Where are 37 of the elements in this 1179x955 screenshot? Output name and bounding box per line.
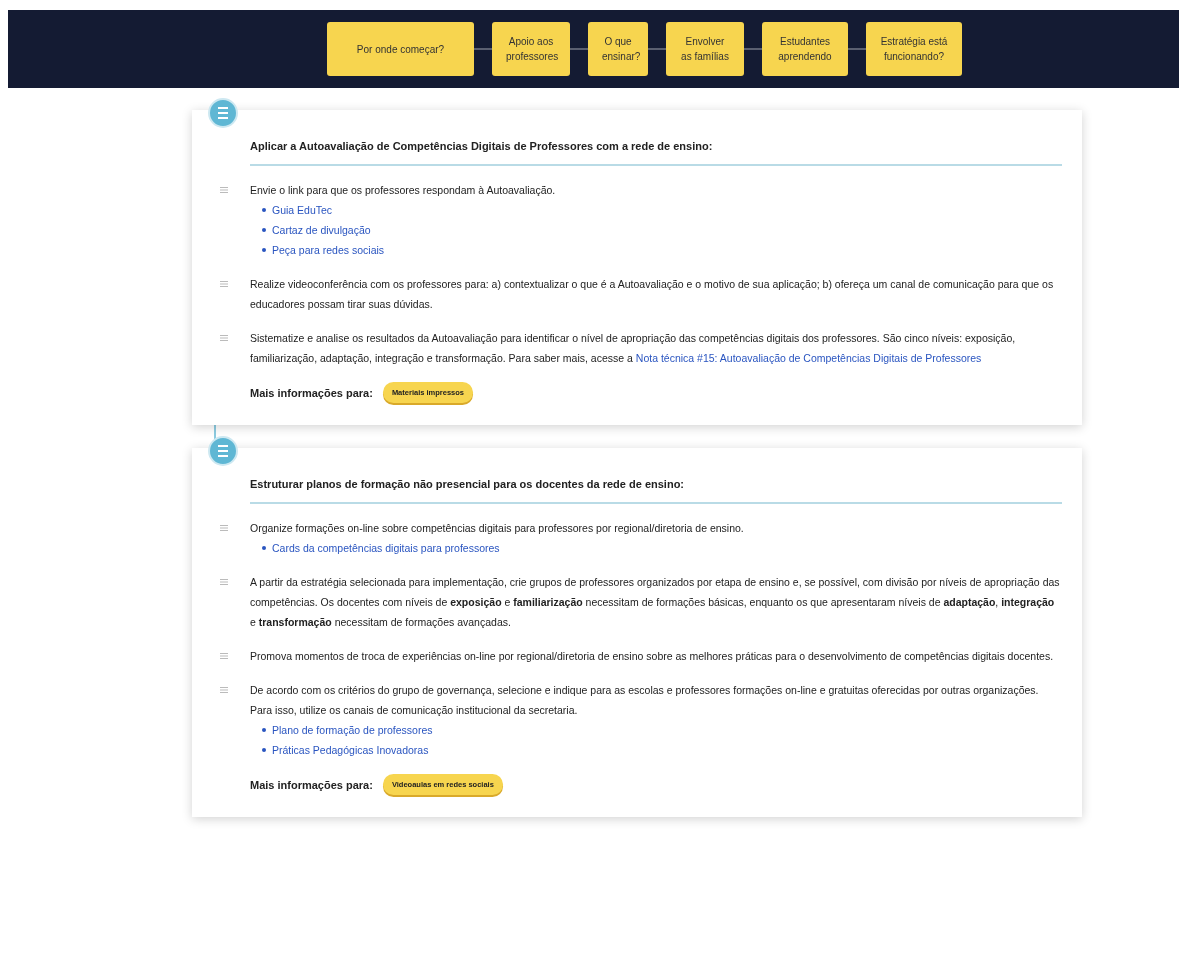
nav-button[interactable]: Estudantes aprendendo — [762, 22, 848, 76]
link[interactable]: Nota técnica #15: Autoavaliação de Competências Digitais de Professores — [635, 352, 982, 364]
more-info-label: Mais informações para: — [250, 778, 373, 791]
section-title: Estruturar planos de formação não presencial para os docentes da rede de ensino: — [250, 476, 1062, 504]
link[interactable]: Plano de formação de professores — [272, 720, 433, 740]
paragraph: Envie o link para que os professores respondam à Autoavaliação. — [250, 183, 557, 198]
bullet-icon — [262, 248, 266, 252]
nav-button[interactable]: Envolver as famílias — [666, 22, 744, 76]
list-marker-icon — [220, 335, 228, 341]
list-marker-icon — [220, 281, 228, 287]
bullet-icon — [262, 228, 266, 232]
list-marker-icon — [220, 687, 228, 693]
nav-button[interactable]: Estratégia está funcionando? — [866, 22, 962, 76]
more-info-label: Mais informações para: — [250, 386, 373, 399]
bullet-icon — [262, 728, 266, 732]
section-title: Aplicar a Autoavaliação de Competências Digitais de Professores com a rede de ensino: — [250, 138, 1062, 166]
paragraph: Promova momentos de troca de experiências on-line por regional/diretoria de ensino sobre as melhores práticas para o desenvolvimento de competências digitais docentes. — [250, 649, 1055, 664]
paragraph: Sistematize e analise os resultados da Autoavaliação para identificar o nível de apropriação das competências digitais dos professores. São cinco níveis: exposição, familiarização, adaptação, integração e transformação. Para saber mais, acesse a Nota técnica #15: Autoavaliação de Competências Digitais de Professores — [250, 331, 1017, 366]
paragraph: Organize formações on-line sobre competências digitais para professores por regional/diretoria de ensino. — [250, 521, 745, 536]
paragraph: Realize videoconferência com os professores para: a) contextualizar o que é a Autoavaliação e o motivo de sua aplicação; b) ofereça um canal de comunicação para que os educadores possam tirar suas dúvidas. — [250, 277, 1055, 312]
link[interactable]: Cartaz de divulgação — [272, 220, 371, 240]
paragraph: De acordo com os critérios do grupo de governança, selecione e indique para as escolas e professores formações on-line e gratuitas oferecidas por outras organizações. Para isso, utilize os canais de comunicação institucional da secretaria. — [250, 683, 1040, 718]
list-marker-icon — [220, 187, 228, 193]
list-marker-icon — [220, 653, 228, 659]
bullet-icon — [262, 748, 266, 752]
list-marker-icon — [220, 579, 228, 585]
paragraph: A partir da estratégia selecionada para implementação, crie grupos de professores organizados por etapa de ensino e, se possível, com divisão por níveis de apropriação das competências. Os docentes com níveis de exposição e familiarização necessitam de formações básicas, enquanto os que apresentaram níveis de adaptação, integração e transformação necessitam de formações avançadas. — [250, 575, 1061, 630]
bullet-icon — [262, 546, 266, 550]
nav-button[interactable]: Por onde começar? — [327, 22, 474, 76]
link[interactable]: Guia EduTec — [272, 200, 333, 220]
list-marker-icon — [220, 525, 228, 531]
nav-button[interactable]: Apoio aos professores — [492, 22, 570, 76]
link[interactable]: Peça para redes sociais — [272, 240, 385, 260]
nav-button[interactable]: O que ensinar? — [588, 22, 648, 76]
link[interactable]: Práticas Pedagógicas Inovadoras — [272, 740, 429, 760]
link[interactable]: Cards da competências digitais para professores — [272, 538, 500, 558]
bullet-icon — [262, 208, 266, 212]
